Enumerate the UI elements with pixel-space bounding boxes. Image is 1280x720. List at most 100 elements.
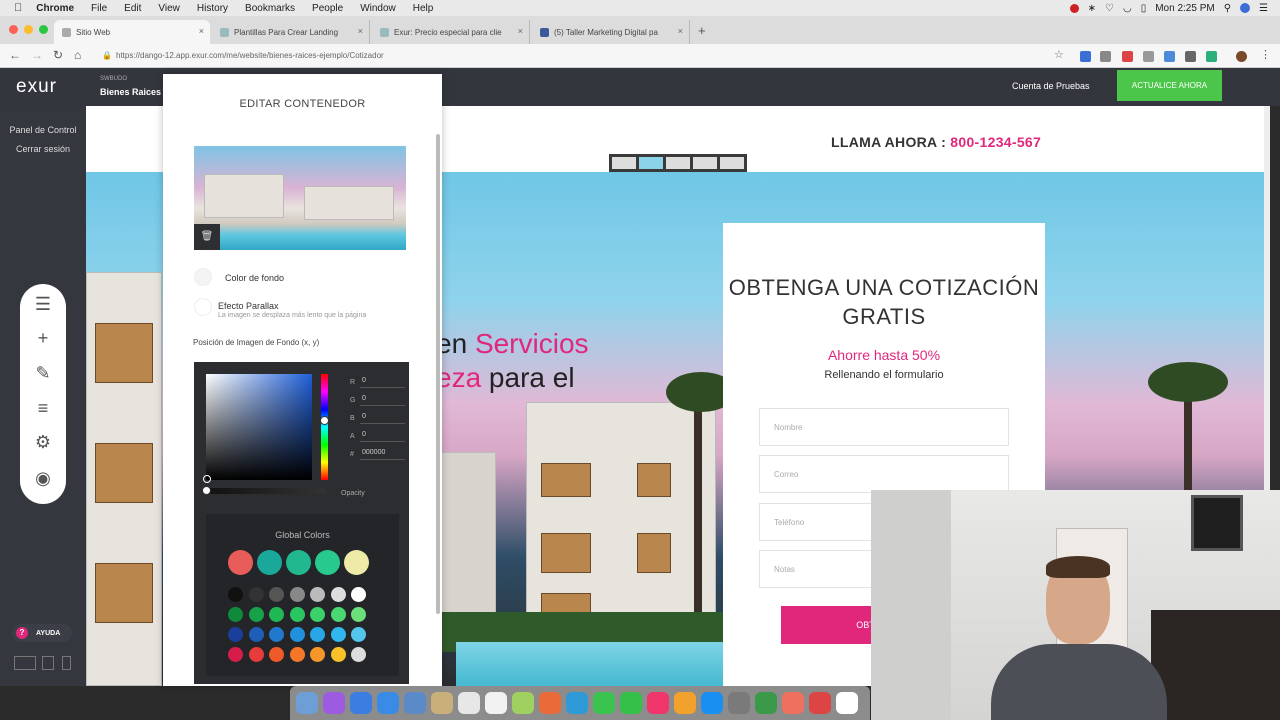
color-swatch[interactable] bbox=[289, 627, 305, 642]
red-input[interactable]: 0 bbox=[360, 377, 405, 388]
trash-icon[interactable]: 🗑 bbox=[194, 224, 220, 250]
opacity-knob[interactable] bbox=[202, 486, 211, 495]
tablet-view-icon[interactable] bbox=[42, 656, 54, 670]
close-tab-icon[interactable]: × bbox=[199, 26, 204, 36]
dock-app-icon[interactable] bbox=[377, 692, 399, 714]
layout-option[interactable] bbox=[693, 157, 717, 169]
form-title[interactable]: OBTENGA UNA COTIZACIÓN GRATIS bbox=[723, 273, 1045, 331]
color-swatch[interactable] bbox=[289, 647, 305, 662]
new-tab-icon[interactable]: + bbox=[698, 23, 706, 38]
dock-app-icon[interactable] bbox=[350, 692, 372, 714]
upgrade-button[interactable]: ACTUALICE AHORA bbox=[1117, 70, 1222, 101]
dock-app-icon[interactable] bbox=[728, 692, 750, 714]
dashboard-link[interactable]: Panel de Control bbox=[0, 125, 86, 135]
alpha-input[interactable]: 0 bbox=[360, 431, 405, 442]
parallax-toggle[interactable] bbox=[194, 298, 212, 316]
opacity-slider[interactable] bbox=[202, 486, 326, 495]
eye-icon[interactable]: ◉ bbox=[20, 468, 66, 489]
back-icon[interactable]: ← bbox=[9, 48, 21, 62]
color-swatch[interactable] bbox=[269, 607, 284, 622]
menu-help[interactable]: Help bbox=[413, 3, 434, 14]
saturation-value-area[interactable] bbox=[203, 374, 312, 483]
battery-icon[interactable]: ▯ bbox=[1141, 3, 1147, 14]
more-menu-icon[interactable]: ⋮ bbox=[1260, 48, 1271, 61]
wifi-icon[interactable]: ◡ bbox=[1123, 3, 1132, 14]
dock-app-icon[interactable] bbox=[296, 692, 318, 714]
color-swatch[interactable] bbox=[351, 607, 366, 622]
color-swatch[interactable] bbox=[310, 587, 325, 602]
menu-file[interactable]: File bbox=[91, 3, 107, 14]
layout-option[interactable] bbox=[720, 157, 744, 169]
layout-option[interactable] bbox=[666, 157, 690, 169]
global-color-swatch[interactable] bbox=[315, 550, 340, 575]
dock-app-icon[interactable] bbox=[404, 692, 426, 714]
bookmark-star-icon[interactable]: ☆ bbox=[1054, 48, 1064, 61]
global-color-swatch[interactable] bbox=[257, 550, 282, 575]
menu-icon[interactable]: ☰ bbox=[20, 294, 66, 315]
color-swatch[interactable] bbox=[269, 627, 284, 642]
color-swatch[interactable] bbox=[269, 587, 284, 602]
color-swatch[interactable] bbox=[310, 647, 325, 662]
menu-history[interactable]: History bbox=[197, 3, 228, 14]
color-cursor[interactable] bbox=[203, 475, 211, 483]
color-swatch[interactable] bbox=[330, 627, 346, 642]
dock-app-icon[interactable] bbox=[620, 692, 642, 714]
minimize-window-icon[interactable] bbox=[24, 25, 33, 34]
dock-app-icon[interactable] bbox=[674, 692, 696, 714]
color-swatch[interactable] bbox=[330, 647, 346, 662]
color-swatch[interactable] bbox=[248, 627, 264, 642]
extension-icon[interactable] bbox=[1206, 51, 1217, 62]
record-icon[interactable] bbox=[1069, 3, 1079, 13]
dock-app-icon[interactable] bbox=[782, 692, 804, 714]
pencil-icon[interactable]: ✎ bbox=[20, 363, 66, 384]
dock-app-icon[interactable] bbox=[566, 692, 588, 714]
filter-icon[interactable]: ≡ bbox=[20, 398, 66, 419]
color-swatch[interactable] bbox=[351, 627, 366, 642]
maximize-window-icon[interactable] bbox=[39, 25, 48, 34]
menu-edit[interactable]: Edit bbox=[124, 3, 141, 14]
extension-icon[interactable] bbox=[1122, 51, 1133, 62]
color-swatch[interactable] bbox=[248, 647, 264, 662]
tab-plantillas[interactable]: Plantillas Para Crear Landing × bbox=[212, 20, 370, 44]
help-button[interactable]: ? AYUDA bbox=[12, 624, 72, 642]
apple-icon[interactable]:  bbox=[14, 2, 22, 14]
menu-app-name[interactable]: Chrome bbox=[36, 3, 74, 14]
logout-link[interactable]: Cerrar sesión bbox=[0, 144, 86, 154]
name-field[interactable]: Nombre bbox=[759, 408, 1009, 446]
dock-app-icon[interactable] bbox=[836, 692, 858, 714]
dock-app-icon[interactable] bbox=[593, 692, 615, 714]
color-swatch[interactable] bbox=[310, 627, 325, 642]
dock-app-icon[interactable] bbox=[485, 692, 507, 714]
home-icon[interactable]: ⌂ bbox=[74, 48, 81, 62]
list-icon[interactable]: ☰ bbox=[1259, 3, 1268, 14]
extension-icon[interactable] bbox=[1100, 51, 1111, 62]
layout-option[interactable] bbox=[612, 157, 636, 169]
bg-color-swatch[interactable] bbox=[194, 268, 212, 286]
menu-view[interactable]: View bbox=[158, 3, 180, 14]
clock-text[interactable]: Mon 2:25 PM bbox=[1155, 3, 1214, 14]
email-field[interactable]: Correo bbox=[759, 455, 1009, 493]
blue-input[interactable]: 0 bbox=[360, 413, 405, 424]
color-swatch[interactable] bbox=[228, 647, 243, 662]
dock-app-icon[interactable] bbox=[512, 692, 534, 714]
desktop-view-icon[interactable] bbox=[14, 656, 36, 670]
color-swatch[interactable] bbox=[269, 647, 284, 662]
color-swatch[interactable] bbox=[310, 607, 325, 622]
color-swatch[interactable] bbox=[248, 587, 264, 602]
tab-taller-marketing[interactable]: (5) Taller Marketing Digital pa × bbox=[532, 20, 690, 44]
color-swatch[interactable] bbox=[351, 587, 366, 602]
exur-logo[interactable]: exur bbox=[16, 76, 57, 98]
menu-bookmarks[interactable]: Bookmarks bbox=[245, 3, 295, 14]
close-window-icon[interactable] bbox=[9, 25, 18, 34]
color-swatch[interactable] bbox=[330, 587, 346, 602]
dock-app-icon[interactable] bbox=[458, 692, 480, 714]
hue-knob[interactable] bbox=[320, 416, 329, 425]
color-swatch[interactable] bbox=[289, 607, 305, 622]
profile-avatar[interactable] bbox=[1236, 51, 1247, 62]
color-swatch[interactable] bbox=[228, 607, 243, 622]
close-tab-icon[interactable]: × bbox=[518, 26, 523, 36]
panel-scrollbar[interactable] bbox=[436, 134, 440, 614]
dock-app-icon[interactable] bbox=[701, 692, 723, 714]
hex-input[interactable]: 000000 bbox=[360, 449, 405, 460]
plus-icon[interactable]: + bbox=[20, 328, 66, 349]
